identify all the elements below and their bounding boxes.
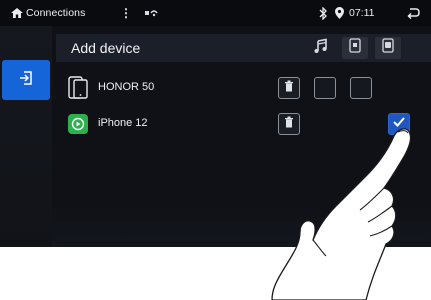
bottom-gradient [52, 205, 431, 247]
overflow-menu-icon[interactable]: ⋮ [120, 0, 132, 26]
list-item[interactable]: HONOR 50 [66, 72, 431, 102]
phone-screen-icon [382, 38, 394, 58]
clock: 07:11 [349, 7, 375, 19]
wifi-status-icon [145, 0, 159, 26]
phone-call-button[interactable] [342, 37, 368, 59]
home-icon[interactable] [10, 0, 24, 26]
delete-device-button[interactable] [278, 113, 300, 135]
audio-checkbox[interactable] [314, 77, 336, 99]
device-name: iPhone 12 [98, 117, 148, 129]
media-audio-button[interactable] [308, 37, 334, 59]
phone-outline-icon [66, 76, 90, 100]
device-name: HONOR 50 [98, 81, 155, 93]
location-pin-icon [335, 0, 344, 26]
sidebar-item-add-device[interactable] [2, 60, 50, 100]
infotainment-screen: Connections ⋮ 07:11 Add device HONOR 50 … [0, 0, 431, 247]
carplay-icon [66, 112, 90, 136]
trash-icon [284, 115, 294, 133]
trash-icon [284, 79, 294, 97]
phone-checkbox[interactable] [350, 77, 372, 99]
car-projection-button[interactable] [375, 37, 401, 59]
page-header: Add device [56, 34, 431, 62]
car-projection-checkbox[interactable] [388, 113, 410, 135]
checkmark-icon [392, 115, 406, 133]
page-title: Add device [71, 40, 141, 56]
login-icon [18, 70, 34, 91]
delete-device-button[interactable] [278, 77, 300, 99]
sidebar [0, 26, 52, 247]
music-note-icon [313, 38, 329, 59]
list-item[interactable]: iPhone 12 [66, 108, 431, 138]
status-bar: Connections ⋮ 07:11 [0, 0, 431, 26]
phone-icon [349, 38, 361, 58]
screen-title: Connections [26, 7, 86, 19]
bluetooth-icon [318, 0, 328, 26]
back-icon[interactable] [406, 0, 420, 26]
